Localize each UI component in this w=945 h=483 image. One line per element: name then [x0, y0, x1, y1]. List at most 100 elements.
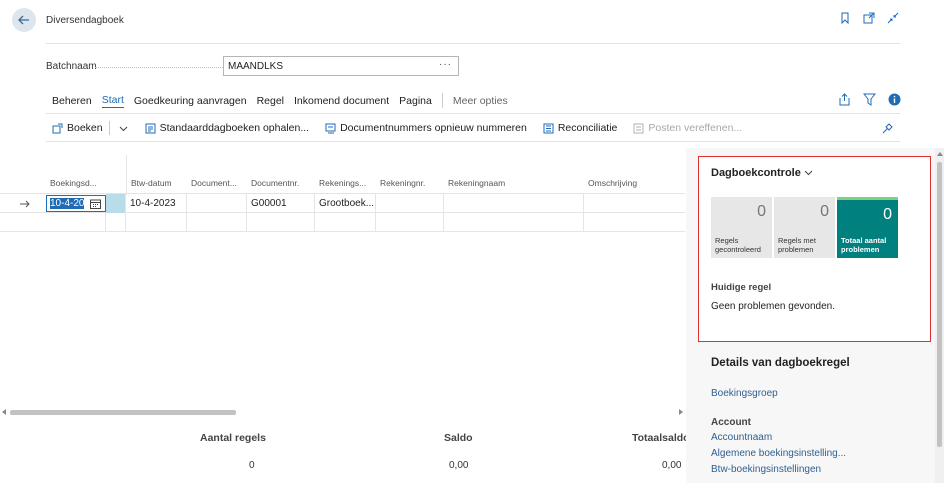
- window-actions: [839, 12, 899, 25]
- horizontal-scroll-thumb[interactable]: [10, 410, 236, 415]
- standaarddagboeken-label: Standaarddagboeken ophalen...: [159, 122, 310, 134]
- col-rekeningnr[interactable]: Rekeningnr.: [380, 178, 425, 188]
- menu-goedkeuring-aanvragen[interactable]: Goedkeuring aanvragen: [134, 95, 247, 107]
- cell-empty[interactable]: [376, 213, 444, 232]
- algemene-boekingsinstelling-link[interactable]: Algemene boekingsinstelling...: [711, 448, 846, 459]
- chevron-down-icon: [804, 170, 813, 176]
- menu-inkomend-document[interactable]: Inkomend document: [294, 95, 389, 107]
- col-boekingsdatum[interactable]: Boekingsd...: [50, 178, 97, 188]
- menu-right-icons: [838, 93, 901, 109]
- tile-regels-met-problemen[interactable]: 0 Regels met problemen: [774, 197, 835, 258]
- details-title: Details van dagboekregel: [711, 357, 850, 369]
- batch-name-value: MAANDLKS: [228, 60, 284, 72]
- documentnummers-label: Documentnummers opnieuw nummeren: [340, 122, 527, 134]
- scroll-up-icon[interactable]: [937, 151, 943, 156]
- toolbar-divider: [46, 141, 900, 142]
- table-row[interactable]: [0, 213, 685, 232]
- cell-documentsoort[interactable]: [187, 194, 247, 213]
- menu-meer-opties[interactable]: Meer opties: [453, 95, 508, 107]
- cell-empty[interactable]: [187, 213, 247, 232]
- batch-name-input[interactable]: MAANDLKS ···: [223, 56, 459, 76]
- menu-regel[interactable]: Regel: [257, 95, 284, 107]
- documentnummers-button[interactable]: Documentnummers opnieuw nummeren: [325, 122, 527, 134]
- calendar-icon[interactable]: [90, 199, 101, 209]
- tile-totaal-aantal-problemen[interactable]: 0 Totaal aantal problemen: [837, 197, 898, 258]
- btw-boekingsinstellingen-link[interactable]: Btw-boekingsinstellingen: [711, 464, 821, 475]
- boekingsdatum-value: 10-4-20: [50, 198, 85, 209]
- collapse-icon[interactable]: [887, 12, 899, 24]
- cell-empty[interactable]: [46, 213, 106, 232]
- scroll-right-icon[interactable]: [678, 409, 683, 415]
- aantal-regels-value: 0: [249, 460, 255, 471]
- dagboekcontrole-title[interactable]: Dagboekcontrole: [711, 167, 813, 179]
- col-documentnr[interactable]: Documentnr.: [251, 178, 299, 188]
- col-rekeningnaam[interactable]: Rekeningnaam: [448, 178, 505, 188]
- tile-label: Regels met problemen: [778, 236, 816, 254]
- boekingsgroep-link[interactable]: Boekingsgroep: [711, 388, 778, 399]
- cell-omschrijving[interactable]: [584, 194, 685, 213]
- cell-empty[interactable]: [315, 213, 376, 232]
- boekingsdatum-input[interactable]: 10-4-20: [46, 195, 106, 212]
- totaalsaldo-value: 0,00: [662, 460, 682, 471]
- vertical-scrollbar[interactable]: [935, 148, 944, 483]
- menu-start[interactable]: Start: [101, 94, 124, 108]
- info-icon[interactable]: [888, 93, 901, 109]
- dagboekcontrole-title-text: Dagboekcontrole: [711, 167, 801, 179]
- tile-value: 0: [820, 203, 829, 220]
- tile-regels-gecontroleerd[interactable]: 0 Regels gecontroleerd: [711, 197, 772, 258]
- cell-empty[interactable]: [126, 213, 187, 232]
- batch-leader-dots: [95, 67, 223, 68]
- aantal-regels-label: Aantal regels: [200, 432, 266, 444]
- cell-empty[interactable]: [247, 213, 315, 232]
- toolbar: Boeken Standaarddagboeken ophalen... Doc…: [52, 121, 758, 135]
- boeken-dropdown[interactable]: [118, 123, 129, 134]
- toolbar-separator: [108, 121, 110, 135]
- reconciliatie-label: Reconciliatie: [557, 122, 618, 134]
- posten-vereffenen-button[interactable]: Posten vereffenen...: [633, 122, 742, 134]
- cell-btw-datum[interactable]: 10-4-2023: [126, 194, 187, 213]
- share-icon[interactable]: [838, 93, 851, 109]
- col-rekeningsoort[interactable]: Rekenings...: [319, 178, 366, 188]
- huidige-regel-label: Huidige regel: [711, 282, 772, 293]
- page-title: Diversendagboek: [46, 15, 124, 26]
- cell-documentnr[interactable]: G00001: [247, 194, 315, 213]
- accountnaam-link[interactable]: Accountnaam: [711, 432, 772, 443]
- tile-value: 0: [883, 206, 892, 223]
- arrow-right-icon: [20, 200, 30, 207]
- horizontal-scrollbar[interactable]: [2, 408, 685, 416]
- boeken-button[interactable]: Boeken: [52, 122, 103, 134]
- col-omschrijving[interactable]: Omschrijving: [588, 178, 637, 188]
- cell-empty[interactable]: [106, 213, 126, 232]
- batch-lookup-button[interactable]: ···: [439, 59, 452, 70]
- row-indicator: [0, 194, 46, 213]
- account-label: Account: [711, 417, 751, 428]
- filter-icon[interactable]: [862, 93, 877, 109]
- post-icon: [52, 123, 63, 133]
- cell-rekeningnaam[interactable]: [444, 194, 584, 213]
- open-new-window-icon[interactable]: [863, 12, 875, 24]
- back-button[interactable]: [12, 8, 36, 32]
- header-divider: [46, 43, 900, 44]
- batch-name-label: Batchnaam: [46, 61, 97, 72]
- action-menu: Beheren Start Goedkeuring aanvragen Rege…: [52, 93, 508, 108]
- reconciliatie-button[interactable]: Reconciliatie: [543, 122, 618, 134]
- renumber-icon: [325, 123, 336, 133]
- menu-pagina[interactable]: Pagina: [399, 95, 432, 107]
- row-selected-cell: [106, 194, 126, 213]
- saldo-label: Saldo: [444, 432, 473, 444]
- cell-empty[interactable]: [444, 213, 584, 232]
- scroll-left-icon[interactable]: [2, 409, 7, 415]
- bookmark-icon[interactable]: [839, 12, 851, 25]
- standaarddagboeken-button[interactable]: Standaarddagboeken ophalen...: [145, 122, 309, 134]
- tile-label: Totaal aantal problemen: [841, 236, 887, 254]
- vertical-scroll-thumb[interactable]: [937, 162, 942, 447]
- cell-rekeningsoort[interactable]: Grootboek...: [315, 194, 376, 213]
- totaalsaldo-label: Totaalsaldo: [632, 432, 690, 444]
- col-documentsoort[interactable]: Document...: [191, 178, 237, 188]
- menu-beheren[interactable]: Beheren: [52, 95, 92, 107]
- personalize-icon[interactable]: [882, 122, 894, 137]
- col-btw-datum[interactable]: Btw-datum: [131, 178, 172, 188]
- menu-separator: [441, 93, 443, 108]
- cell-rekeningnr[interactable]: [376, 194, 444, 213]
- arrow-left-icon: [18, 15, 29, 25]
